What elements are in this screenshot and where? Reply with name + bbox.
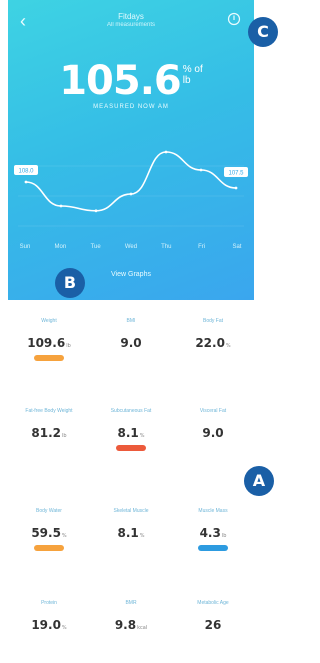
metric-value: 9.8kcal [90,618,172,632]
metric-label: Protein [41,600,57,606]
share-icon[interactable] [227,12,241,26]
metric-label: BMR [125,600,137,606]
metric-label: Skeletal Muscle [113,508,149,514]
weight-unit-bottom: lb [182,75,191,86]
metric-number: 22.0 [195,336,225,350]
profile-subtitle: All measurements [106,22,156,28]
metric-value: 81.2lb [8,426,90,440]
metric-status-badge [116,445,146,451]
metric-value: 59.5% [8,526,90,540]
chart-day-labels: Sun Mon Tue Wed Thu Fri Sat [14,244,248,250]
chart-day-label: Mon [54,244,67,250]
weight-trend-line [25,151,237,212]
metric-card[interactable]: Skeletal Muscle 8.1% [90,508,172,540]
app-screen: ‹ Fitdays All measurements 105.6% of lb M… [8,0,254,663]
chart-day-label: Tue [90,244,101,250]
profile-name: Fitdays [118,12,144,21]
measure-time: MEASURED NOW AM [93,104,169,110]
chart-end-label: 107.5 [224,167,248,177]
metric-card[interactable]: Fat-free Body Weight 81.2lb [8,408,90,440]
metric-number: 59.5 [31,526,61,540]
profile-title[interactable]: Fitdays All measurements [8,12,254,28]
weight-header-panel: ‹ Fitdays All measurements 105.6% of lb M… [8,0,254,300]
metric-value: 8.1% [90,526,172,540]
metric-card[interactable]: Weight 109.6lb [8,318,90,361]
chart-point [94,209,98,213]
metric-label: Metabolic Age [197,600,229,606]
metric-label: Muscle Mass [198,508,228,514]
metric-unit: % [139,533,145,539]
chart-point [59,204,63,208]
chart-point [24,180,28,184]
metric-value: 109.6lb [8,336,90,350]
metric-card[interactable]: BMI 9.0 [90,318,172,350]
metric-number: 109.6 [27,336,66,350]
metric-unit: % [61,625,67,631]
metric-card[interactable]: Body Water 59.5% [8,508,90,551]
metric-unit: % [225,343,231,349]
chart-start-label: 108.0 [14,165,38,175]
metric-number: 9.8 [114,618,137,632]
metric-unit: lb [62,433,67,439]
metric-unit: lb [66,343,71,349]
chart-point [129,192,133,196]
current-weight: 105.6% of lb [8,58,254,104]
metric-number: 4.3 [199,526,221,540]
metric-value: 8.1% [90,426,172,440]
metric-number: 9.0 [120,336,142,350]
metric-card[interactable]: Metabolic Age 26 [172,600,254,632]
metric-value: 4.3lb [172,526,254,540]
metric-number: 9.0 [202,426,224,440]
metric-card[interactable]: Visceral Fat 9.0 [172,408,254,440]
metric-unit: % [139,433,145,439]
chart-point [199,168,203,172]
metric-unit: % [61,533,67,539]
chart-day-label: Wed [124,244,138,250]
metric-number: 8.1 [117,426,139,440]
metric-card[interactable]: BMR 9.8kcal [90,600,172,632]
view-graphs-link[interactable]: View Graphs [8,271,254,278]
callout-marker-b: B [55,268,85,298]
chart-day-label: Sat [232,244,242,250]
metric-label: BMI [126,318,136,324]
metric-status-badge [34,355,64,361]
metric-value: 22.0% [172,336,254,350]
weight-value: 105.6 [59,58,182,104]
weight-unit: % of lb [183,64,203,86]
metric-number: 8.1 [117,526,139,540]
weight-trend-chart[interactable]: 108.0 107.5 [8,140,254,240]
metric-label: Weight [41,318,57,324]
metric-card[interactable]: Protein 19.0% [8,600,90,632]
metric-number: 81.2 [31,426,62,440]
metric-number: 19.0 [31,618,61,632]
chart-day-label: Thu [161,244,172,250]
metric-card[interactable]: Body Fat 22.0% [172,318,254,350]
callout-marker-a: A [244,466,274,496]
chart-day-label: Fri [198,244,206,250]
svg-text:107.5: 107.5 [228,171,244,177]
metric-value: 19.0% [8,618,90,632]
metric-card[interactable]: Subcutaneous Fat 8.1% [90,408,172,451]
callout-marker-c: C [248,17,278,47]
metric-label: Subcutaneous Fat [110,408,152,414]
metric-status-badge [198,545,228,551]
metric-unit: kcal [137,625,148,631]
chart-point [164,150,168,154]
weight-unit-top: % of [182,64,203,75]
metric-label: Visceral Fat [199,408,227,414]
metric-status-badge [34,545,64,551]
metric-label: Body Fat [202,318,223,324]
metric-label: Body Water [36,508,62,514]
metric-value: 9.0 [90,336,172,350]
metric-label: Fat-free Body Weight [25,408,73,414]
chart-point [234,186,238,190]
metric-number: 26 [204,618,222,632]
chart-day-label: Sun [19,244,31,250]
metric-value: 9.0 [172,426,254,440]
metric-card[interactable]: Muscle Mass 4.3lb [172,508,254,551]
metric-unit: lb [221,533,227,539]
svg-text:108.0: 108.0 [18,169,34,175]
metric-value: 26 [172,618,254,632]
